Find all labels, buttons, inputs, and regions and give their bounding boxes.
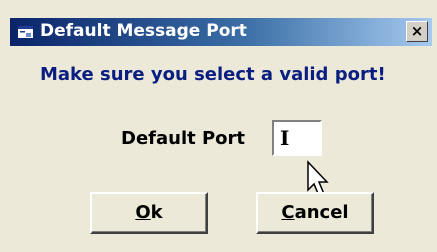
window-app-icon [18,26,33,38]
close-icon: × [410,22,424,40]
cancel-label-rest: ancel [294,202,349,223]
title-bar[interactable]: Default Message Port × [10,18,432,46]
cancel-button[interactable]: Cancel [256,192,374,234]
ok-label-rest: k [150,202,163,223]
ok-mnemonic: O [135,202,151,223]
default-port-label: Default Port [121,128,246,149]
window-title: Default Message Port [40,21,247,41]
warning-message: Make sure you select a valid port! [40,64,386,85]
cancel-mnemonic: C [281,202,295,223]
ok-button[interactable]: Ok [90,192,208,234]
dialog-window: Default Message Port × Make sure you sel… [0,0,437,252]
close-button[interactable]: × [406,21,428,42]
default-port-input[interactable]: I [272,120,322,156]
